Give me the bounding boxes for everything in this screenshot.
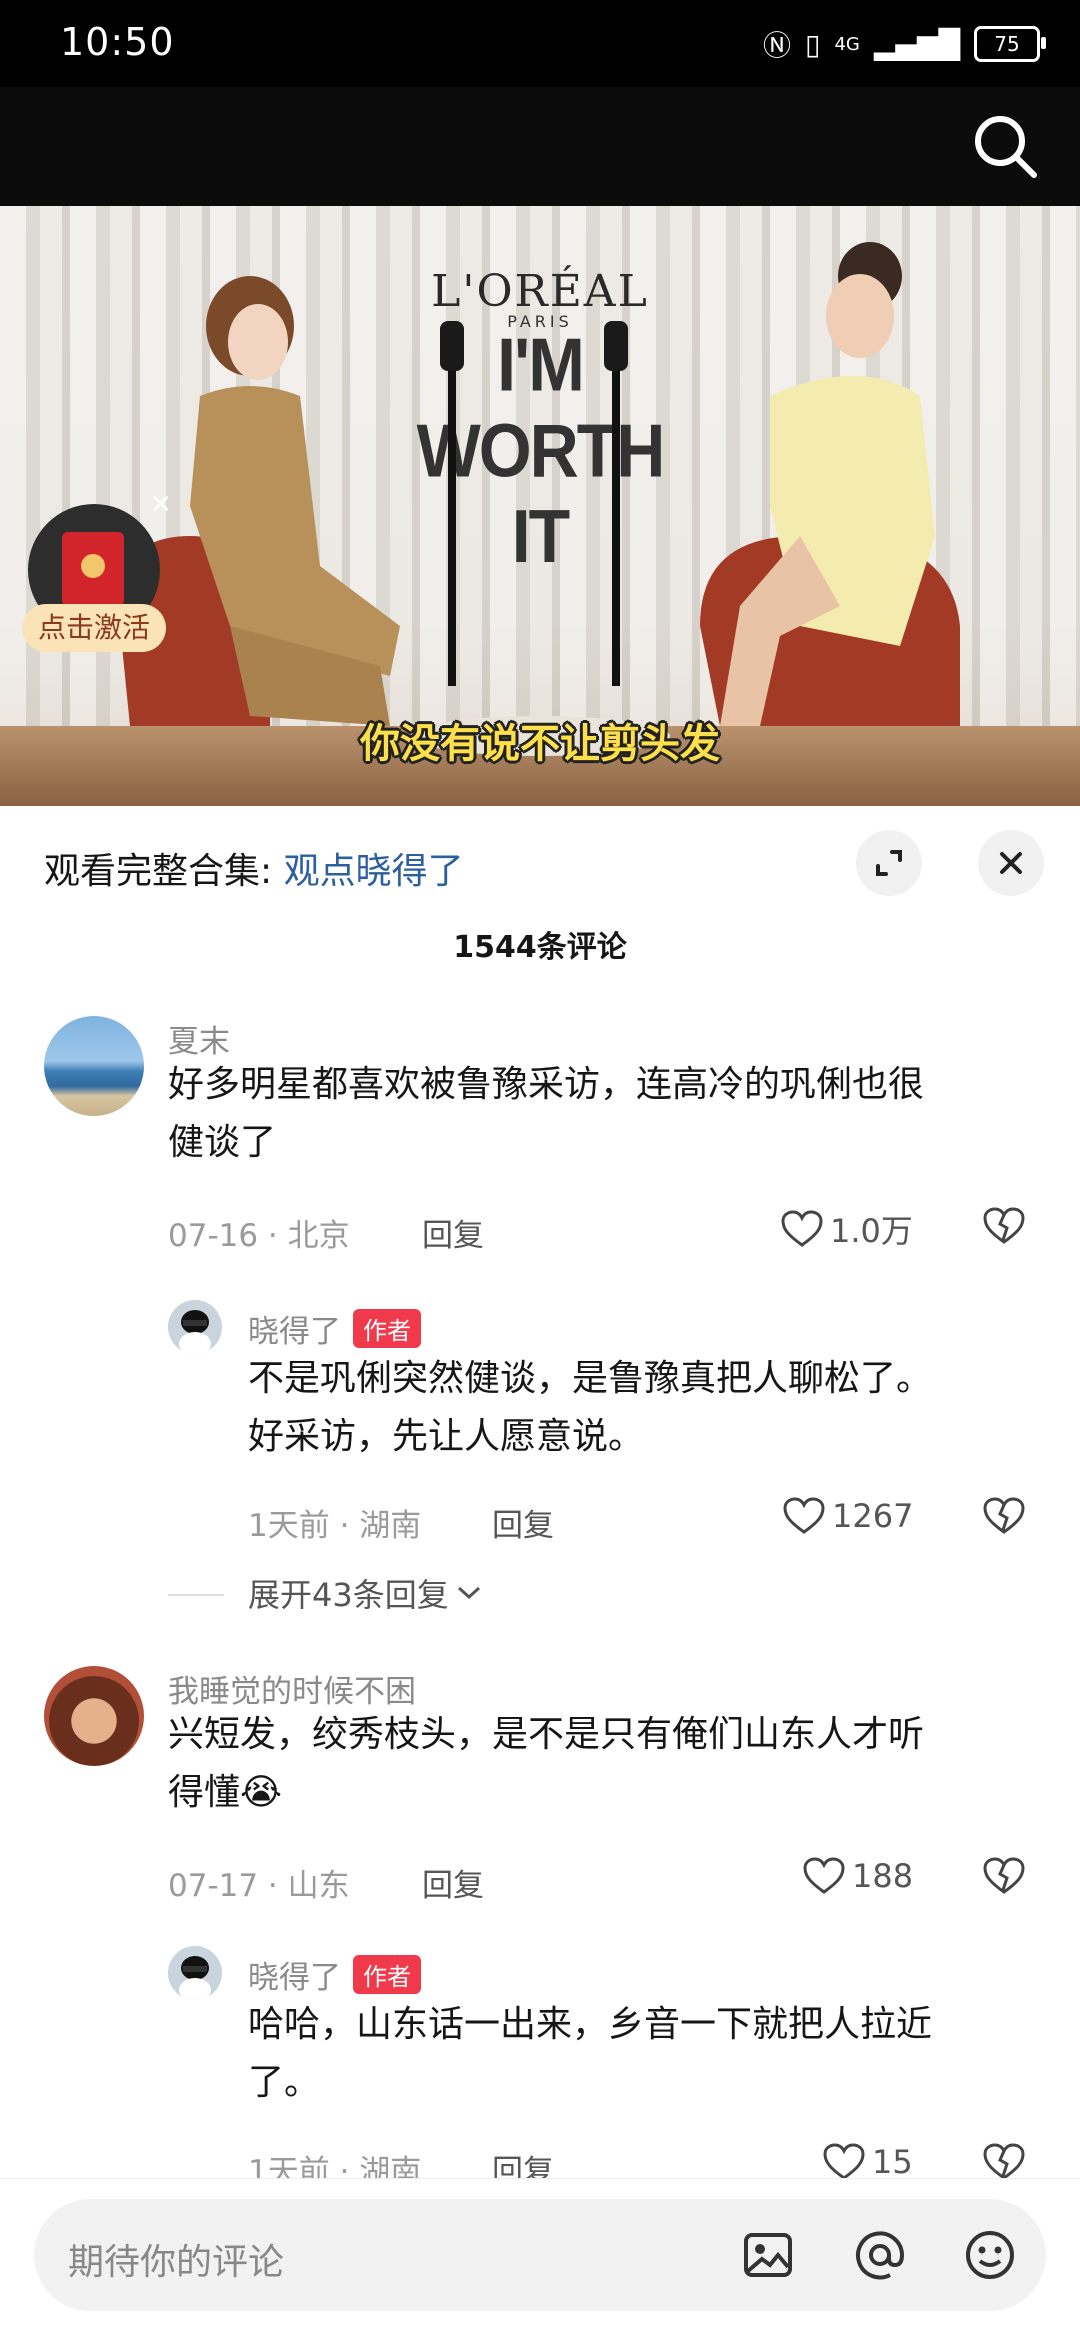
expand-replies-button[interactable]: 展开43条回复 — [248, 1570, 483, 1616]
broken-heart-icon[interactable] — [982, 1856, 1026, 1896]
reply-text-line: 不是巩俐突然健谈，是鲁豫真把人聊松了。 — [248, 1358, 933, 1399]
reply-button[interactable]: 回复 — [422, 1860, 484, 1905]
comment-text-line: 好多明星都喜欢被鲁豫采访，连高冷的巩俐也很 — [168, 1064, 925, 1105]
reply-author-name: 晓得了 — [248, 1314, 341, 1350]
comment-text-line: 兴短发，绞秀枝头，是不是只有俺们山东人才听 — [168, 1714, 925, 1755]
reply-text-line: 了。 — [248, 2062, 321, 2103]
expand-replies-label: 展开43条回复 — [248, 1576, 449, 1614]
chevron-down-icon — [457, 1586, 480, 1600]
reply-text-line: 好采访，先让人愿意说。 — [248, 1416, 645, 1457]
avatar[interactable] — [44, 1016, 144, 1116]
heart-icon — [783, 1497, 825, 1534]
comment-meta: 07-17 · 山东 — [168, 1868, 350, 1904]
video-subtitle: 你没有说不让剪头发 — [360, 721, 720, 767]
system-icons: Ⓝ ▯ 4G ▂▄▆█ 75 — [763, 24, 1046, 64]
comment-text: 兴短发，绞秀枝头，是不是只有俺们山东人才听 得懂😭 — [168, 1706, 1048, 1822]
like-button[interactable]: 1267 — [782, 1496, 913, 1536]
comment-input[interactable]: 期待你的评论 — [34, 2199, 1046, 2311]
heart-icon — [781, 1210, 823, 1247]
like-button[interactable]: 15 — [822, 2142, 913, 2182]
comment-input-bar: 期待你的评论 — [0, 2178, 1080, 2332]
battery-level: 75 — [994, 32, 1020, 56]
signal-icon: ▂▄▆█ — [873, 27, 960, 61]
search-icon — [975, 116, 1037, 178]
collection-banner[interactable]: 观看完整合集: 观点晓得了 — [44, 842, 464, 894]
avatar-figure-icon — [179, 1956, 211, 2000]
comment-sheet: 观看完整合集: 观点晓得了 1544条评论 夏末 好多明星都喜欢被鲁豫采访，连高… — [0, 806, 1080, 2331]
activate-button[interactable]: 点击激活 — [22, 604, 166, 652]
coin-icon — [81, 554, 105, 578]
battery-icon: 75 — [974, 26, 1046, 62]
author-badge: 作者 — [353, 1309, 421, 1348]
author-badge: 作者 — [353, 1955, 421, 1994]
avatar[interactable] — [44, 1666, 144, 1766]
search-button[interactable] — [966, 107, 1046, 187]
comment-author[interactable]: 我睡觉的时候不困 — [168, 1666, 416, 1711]
expand-divider — [168, 1594, 224, 1596]
comment-text: 好多明星都喜欢被鲁豫采访，连高冷的巩俐也很 健谈了 — [168, 1056, 1048, 1172]
nfc-icon: Ⓝ — [763, 29, 792, 62]
image-icon[interactable] — [740, 2227, 796, 2283]
like-count: 1.0万 — [830, 1212, 913, 1250]
comment-text-line: 健谈了 — [168, 1122, 277, 1163]
reply-text-line: 哈哈，山东话一出来，乡音一下就把人拉近 — [248, 2004, 933, 2045]
reply-text: 哈哈，山东话一出来，乡音一下就把人拉近 了。 — [248, 1996, 1048, 2112]
like-count: 15 — [872, 2143, 913, 2181]
top-bar — [0, 87, 1080, 206]
at-mention-icon[interactable] — [852, 2227, 908, 2283]
emoji-icon[interactable] — [962, 2227, 1018, 2283]
collection-link[interactable]: 观点晓得了 — [284, 851, 464, 892]
heart-icon — [803, 1857, 845, 1894]
video-player[interactable]: L'ORÉAL PARIS I'M WORTH IT 你没有说不让剪头发 ✕ 点… — [0, 206, 1080, 806]
broken-heart-icon[interactable] — [982, 1206, 1026, 1246]
reply-button[interactable]: 回复 — [492, 1500, 554, 1545]
heart-icon — [823, 2143, 865, 2180]
red-packet-close-icon[interactable]: ✕ — [150, 490, 172, 520]
comment-meta: 07-16 · 北京 — [168, 1218, 350, 1254]
reply-author[interactable]: 晓得了 作者 — [248, 1952, 421, 1997]
close-button[interactable] — [978, 830, 1044, 896]
avatar-figure-icon — [179, 1310, 211, 1354]
broken-heart-icon[interactable] — [982, 1496, 1026, 1536]
like-count: 188 — [852, 1857, 914, 1895]
broken-heart-icon[interactable] — [982, 2142, 1026, 2182]
status-time: 10:50 — [60, 20, 175, 64]
network-label: 4G — [834, 33, 860, 55]
expand-button[interactable] — [856, 830, 922, 896]
avatar[interactable] — [168, 1300, 222, 1354]
vibrate-icon: ▯ — [805, 27, 821, 61]
avatar[interactable] — [168, 1946, 222, 2000]
comment-input-placeholder: 期待你的评论 — [68, 2242, 285, 2283]
like-button[interactable]: 1.0万 — [780, 1206, 913, 1252]
close-icon — [1000, 852, 1022, 874]
comment-count: 1544条评论 — [453, 930, 627, 965]
collection-prefix: 观看完整合集: — [44, 851, 284, 892]
reply-button[interactable]: 回复 — [422, 1210, 484, 1255]
like-count: 1267 — [832, 1497, 914, 1535]
reply-text: 不是巩俐突然健谈，是鲁豫真把人聊松了。 好采访，先让人愿意说。 — [248, 1350, 1048, 1466]
status-bar: 10:50 Ⓝ ▯ 4G ▂▄▆█ 75 — [0, 0, 1080, 87]
comment-author[interactable]: 夏末 — [168, 1016, 230, 1061]
reply-meta: 1天前 · 湖南 — [248, 1508, 422, 1544]
reply-author-name: 晓得了 — [248, 1960, 341, 1996]
expand-icon — [876, 850, 902, 876]
comment-text-line: 得懂😭 — [168, 1772, 283, 1813]
reply-author[interactable]: 晓得了 作者 — [248, 1306, 421, 1351]
like-button[interactable]: 188 — [802, 1856, 913, 1896]
